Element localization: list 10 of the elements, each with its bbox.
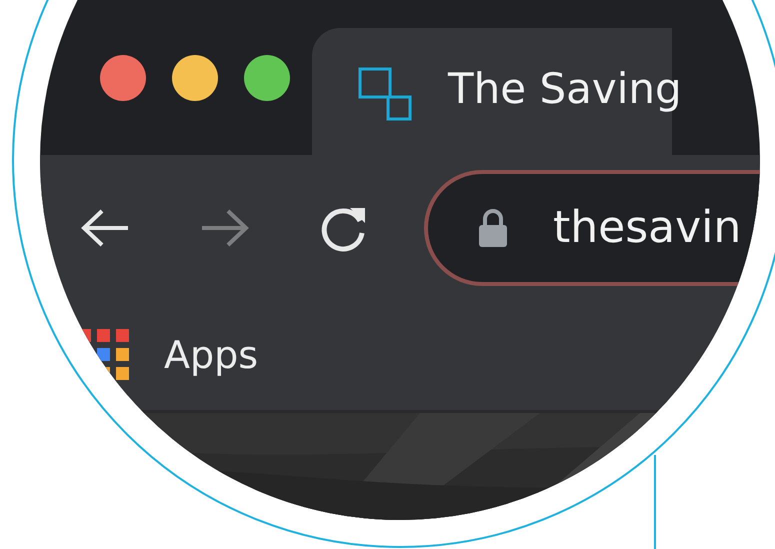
url-text: thesavin: [553, 202, 742, 253]
minimize-button[interactable]: [172, 55, 218, 101]
back-arrow-icon: [80, 208, 130, 248]
tab-title: The Saving: [448, 65, 682, 113]
forward-arrow-icon: [200, 208, 250, 248]
maximize-button[interactable]: [244, 55, 290, 101]
squares-logo-icon: [358, 67, 412, 121]
bookmark-label[interactable]: Apps: [164, 333, 258, 377]
address-bar[interactable]: thesavin: [424, 170, 760, 286]
close-button[interactable]: [100, 55, 146, 101]
